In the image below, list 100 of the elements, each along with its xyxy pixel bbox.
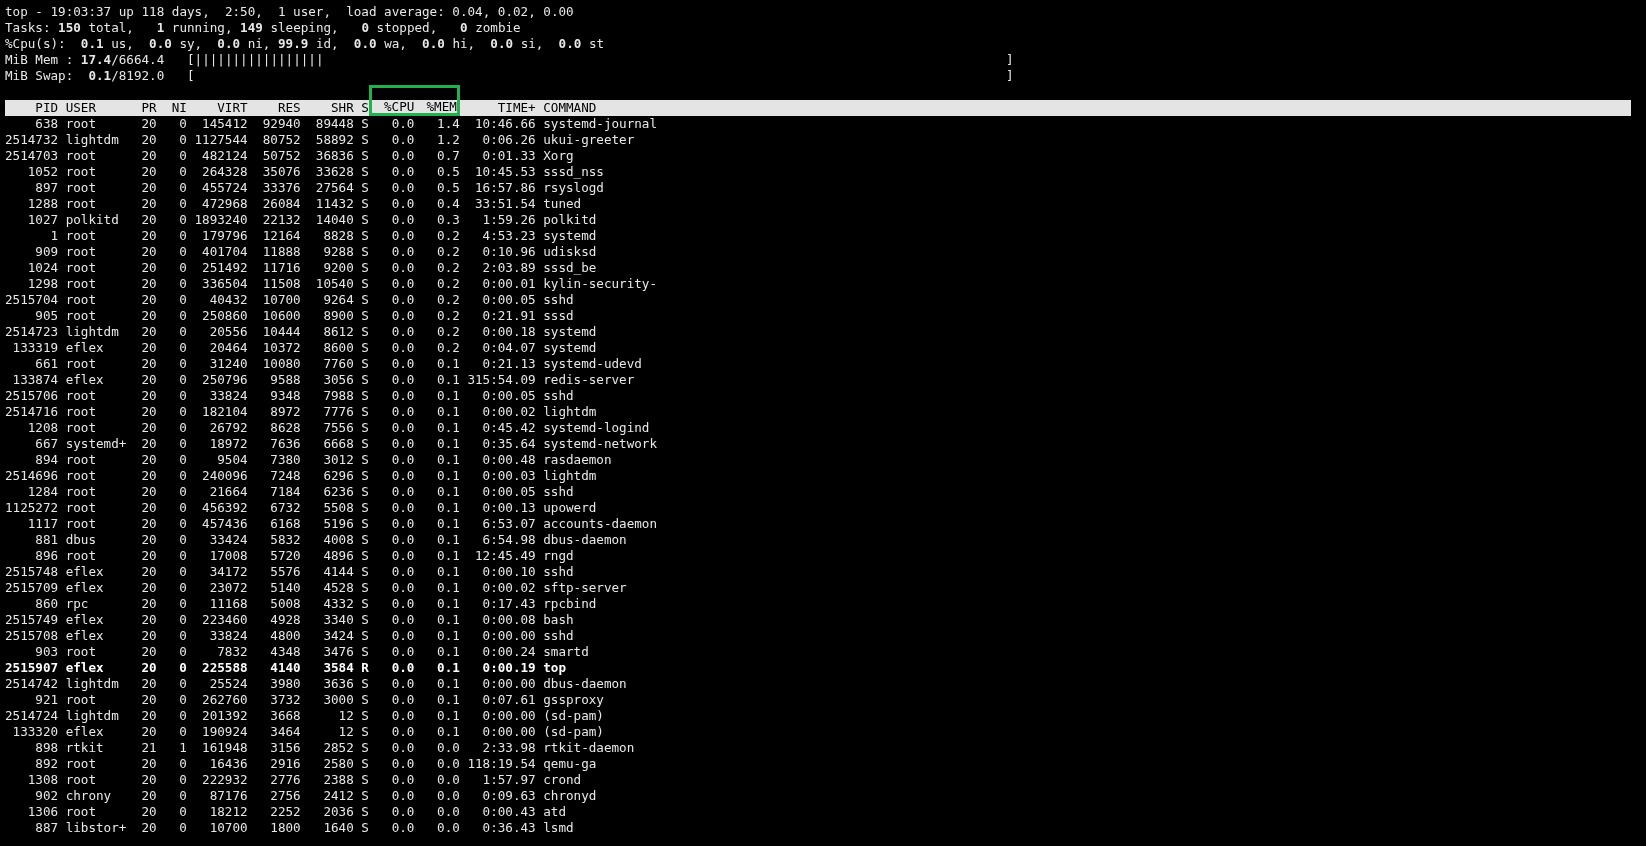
table-cell-text: S	[360, 516, 369, 532]
table-cell-text: root	[64, 196, 97, 212]
table-cell-text: 0:00.48	[481, 452, 536, 468]
table-cell-text: systemd-logind	[542, 420, 650, 436]
column-header: %MEM	[414, 85, 460, 116]
table-cell-text: 3476	[322, 644, 354, 660]
table-cell-text: 897	[34, 180, 59, 196]
table-cell-text: 40432	[208, 292, 248, 308]
table-cell-text: 20	[140, 180, 157, 196]
table-cell-text: 0.0	[390, 452, 415, 468]
table-cell-text: 0.0	[390, 228, 415, 244]
table-cell-text: 11888	[261, 244, 301, 260]
table-cell-text: 2852	[322, 740, 354, 756]
table-cell-text: lightdm	[64, 132, 120, 148]
table-cell-text: S	[360, 388, 369, 404]
table-cell-text: 10700	[261, 292, 301, 308]
table-cell-text: 0.0	[436, 740, 460, 756]
table-cell-text: 336504	[201, 276, 248, 292]
table-cell-text: root	[64, 228, 97, 244]
table-cell-text: 20	[140, 788, 157, 804]
table-cell-text: S	[360, 612, 369, 628]
table-cell-text: 0.0	[390, 580, 415, 596]
table-cell-text: 0:04.07	[481, 340, 536, 356]
table-cell-text: 0	[178, 548, 187, 564]
table-cell-text: 7636	[269, 436, 301, 452]
table-cell-text: 7832	[216, 644, 248, 660]
table-cell-text: S	[360, 116, 369, 132]
table-cell-text: 2776	[269, 772, 301, 788]
table-cell-text: S	[360, 692, 369, 708]
table-cell-text: dbus-daemon	[542, 676, 627, 692]
table-cell-text: 201392	[201, 708, 248, 724]
table-cell-text: 0.1	[436, 452, 460, 468]
table-cell-text: root	[64, 292, 97, 308]
table-cell-text: S	[360, 564, 369, 580]
table-cell-text: 1127544	[193, 132, 248, 148]
table-cell-text: S	[360, 676, 369, 692]
table-cell-text: 11508	[261, 276, 301, 292]
table-cell-text: 0.0	[390, 196, 415, 212]
table-cell-text: 0:09.63	[481, 788, 536, 804]
table-cell-text: 20	[140, 516, 157, 532]
table-cell-text: 0	[178, 676, 187, 692]
table-cell-text: 223460	[201, 612, 248, 628]
table-cell-text: root	[64, 308, 97, 324]
table-cell-text: S	[360, 212, 369, 228]
table-cell-text: 4928	[269, 612, 301, 628]
table-cell-text: S	[360, 548, 369, 564]
table-cell-text: 638	[34, 116, 59, 132]
table-cell-text: 1117	[26, 516, 59, 532]
table-cell-text: 0.1	[436, 548, 460, 564]
table-cell-text: 25524	[208, 676, 248, 692]
table-cell-text: 2412	[322, 788, 354, 804]
table-cell-text: 0	[178, 772, 187, 788]
table-cell-text: 894	[34, 452, 59, 468]
summary-line: Tasks: 150 total, 1 running, 149 sleeping, 0 stopped, 0 zombie	[5, 20, 521, 36]
table-cell-text: 0.5	[436, 180, 460, 196]
table-cell: 2514696	[5, 468, 59, 484]
table-cell-text: S	[360, 772, 369, 788]
table-cell-text: 0:06.26	[481, 132, 536, 148]
table-cell-text: root	[64, 756, 97, 772]
table-cell-text: 0.5	[436, 164, 460, 180]
table-cell-text: accounts-daemon	[542, 516, 657, 532]
table-cell-text: systemd-udevd	[542, 356, 642, 372]
table-cell-text: systemd	[542, 324, 597, 340]
table-cell-text: 661	[34, 356, 59, 372]
table-cell-text: 3012	[322, 452, 354, 468]
table-cell-text: 0.0	[390, 692, 415, 708]
table-cell-text: 0.0	[390, 596, 415, 612]
table-cell-text: 0	[178, 260, 187, 276]
table-cell-text: 0.0	[390, 116, 415, 132]
table-cell-text: chrony	[64, 788, 113, 804]
table-cell-text: 0:00.00	[481, 708, 536, 724]
table-cell-text: 0.0	[390, 564, 415, 580]
table-cell-text: 20	[140, 324, 157, 340]
table-cell-text: 0:00.02	[481, 404, 536, 420]
table-cell: 2514742	[5, 676, 59, 692]
table-cell-text: 0.0	[390, 548, 415, 564]
table-cell-text: upowerd	[542, 500, 597, 516]
table-cell-text: 0	[178, 340, 187, 356]
table-cell-text: 7760	[322, 356, 354, 372]
table-cell-text: 0:00.19	[481, 660, 536, 676]
table-cell-text: root	[64, 148, 97, 164]
table-cell-text: root	[64, 244, 97, 260]
table-cell-text: 0.0	[390, 164, 415, 180]
table-cell-text: 0.1	[436, 420, 460, 436]
table-cell-text: 0.0	[390, 772, 415, 788]
table-cell-text: 11432	[314, 196, 354, 212]
table-cell-text: 20	[140, 420, 157, 436]
table-cell-text: 2580	[322, 756, 354, 772]
table-cell-text: 0	[178, 804, 187, 820]
table-cell-text: root	[64, 644, 97, 660]
table-cell-text: 240096	[201, 468, 248, 484]
table-cell-text: 251492	[201, 260, 248, 276]
table-cell-text: 0.0	[390, 532, 415, 548]
table-cell-text: eflex	[64, 340, 105, 356]
table-cell-text: 860	[34, 596, 59, 612]
table-cell-text: 20	[140, 212, 157, 228]
table-cell-text: 31240	[208, 356, 248, 372]
table-cell-text: sssd_nss	[542, 164, 604, 180]
table-cell-text: lightdm	[64, 676, 120, 692]
table-cell-text: 4332	[322, 596, 354, 612]
